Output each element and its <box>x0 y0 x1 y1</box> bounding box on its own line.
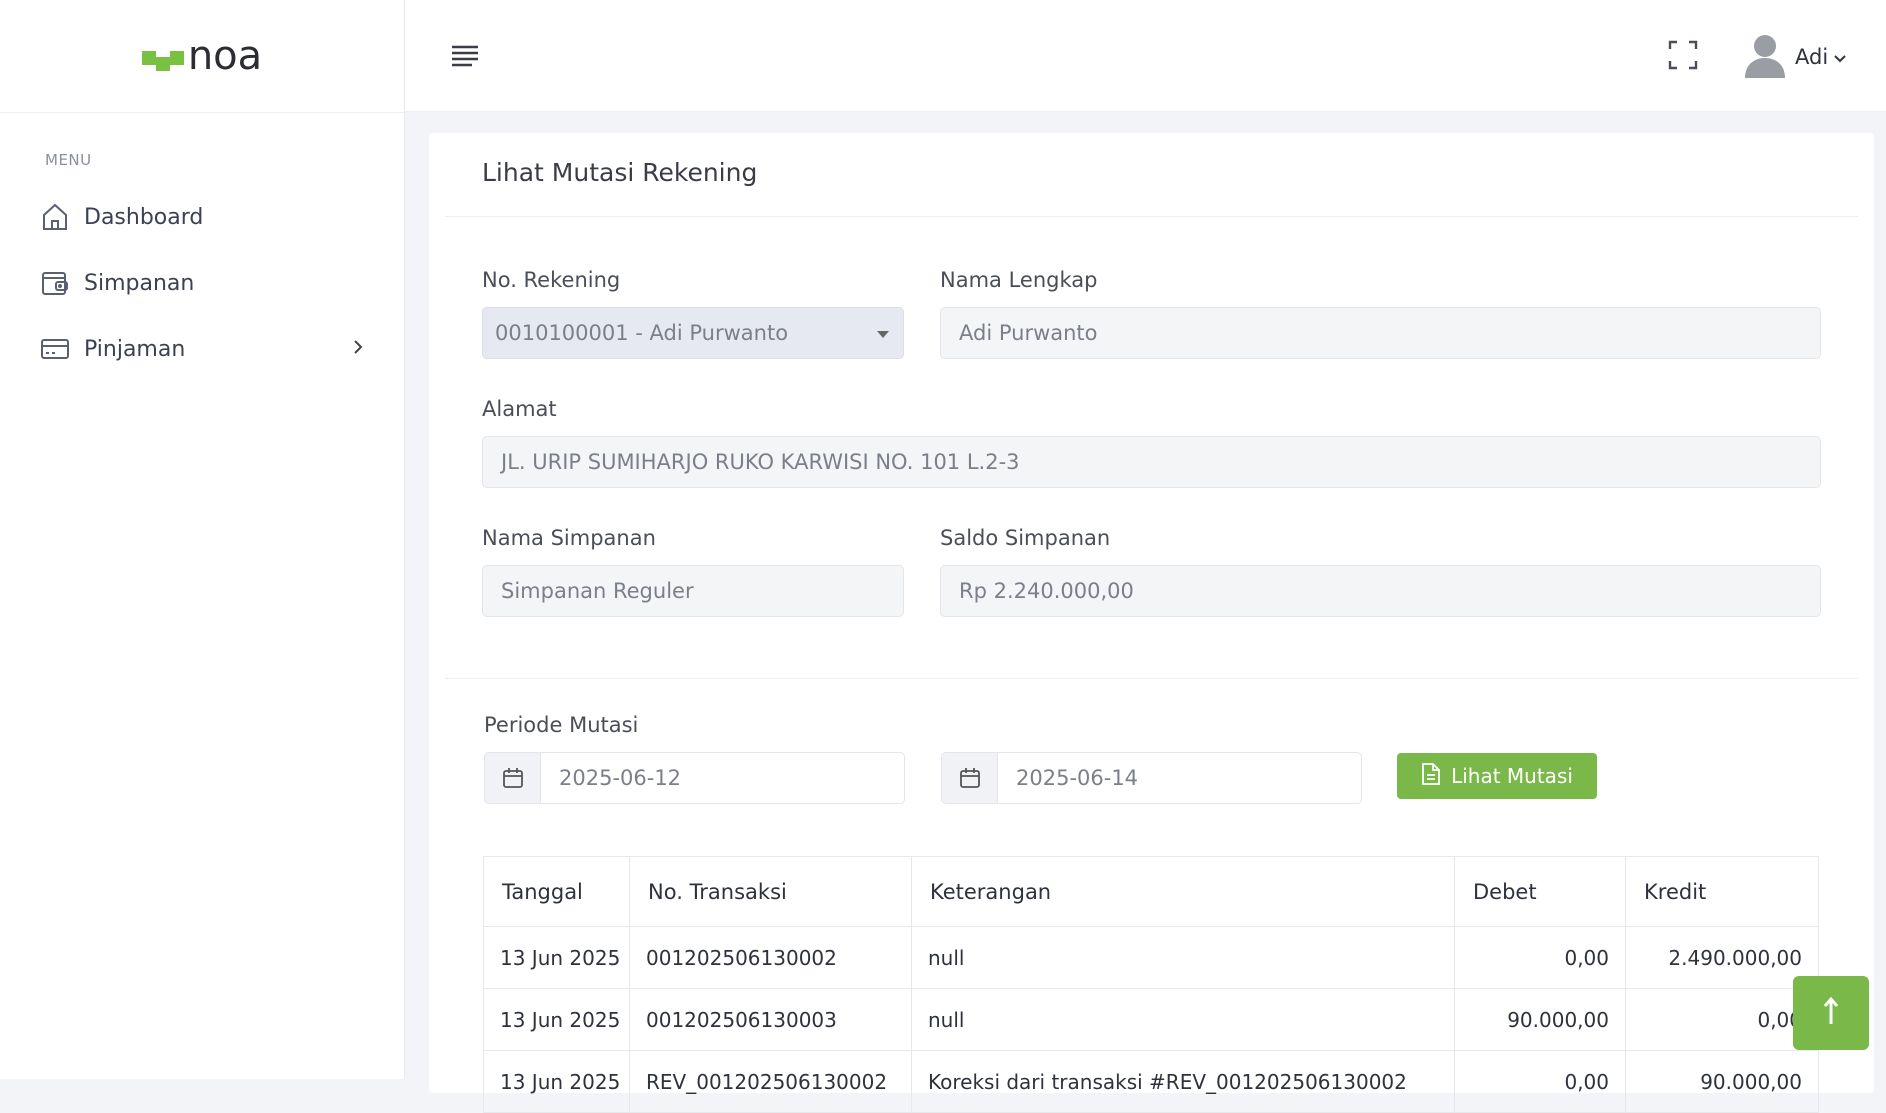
cell-keterangan: null <box>911 926 1455 989</box>
no-rekening-value: 0010100001 - Adi Purwanto <box>495 321 789 345</box>
nama-lengkap-field[interactable]: Adi Purwanto <box>940 307 1821 359</box>
menu-toggle-icon[interactable] <box>450 44 480 72</box>
no-rekening-select[interactable]: 0010100001 - Adi Purwanto <box>482 307 904 359</box>
user-name: Adi <box>1795 45 1829 69</box>
nama-lengkap-value: Adi Purwanto <box>959 321 1098 345</box>
calendar-icon <box>485 753 541 803</box>
calendar-icon <box>942 753 998 803</box>
alamat-field[interactable]: JL. URIP SUMIHARJO RUKO KARWISI NO. 101 … <box>482 436 1821 488</box>
table-row: 13 Jun 2025 REV_001202506130002 Koreksi … <box>483 1050 1819 1113</box>
lihat-mutasi-button[interactable]: Lihat Mutasi <box>1397 753 1597 799</box>
sidebar-item-dashboard[interactable]: Dashboard <box>0 195 404 239</box>
page-title: Lihat Mutasi Rekening <box>482 158 758 187</box>
nama-simpanan-value: Simpanan Reguler <box>501 579 694 603</box>
column-header[interactable]: Kredit <box>1625 856 1819 927</box>
menu-heading: MENU <box>45 151 92 169</box>
avatar <box>1743 32 1787 82</box>
fullscreen-icon[interactable] <box>1668 40 1698 74</box>
nama-simpanan-label: Nama Simpanan <box>482 526 656 550</box>
caret-down-icon <box>877 331 889 338</box>
cell-debet: 90.000,00 <box>1454 988 1626 1051</box>
periode-mutasi-label: Periode Mutasi <box>484 713 639 737</box>
table-row: 13 Jun 2025 001202506130002 null 0,00 2.… <box>483 926 1819 989</box>
arrow-up-icon <box>1822 996 1840 1030</box>
chevron-right-icon <box>352 337 364 363</box>
alamat-label: Alamat <box>482 397 557 421</box>
sidebar-item-simpanan[interactable]: Simpanan <box>0 261 404 305</box>
end-date-value: 2025-06-14 <box>1016 766 1139 790</box>
column-header[interactable]: Debet <box>1454 856 1626 927</box>
mutasi-table: Tanggal No. Transaksi Keterangan Debet K… <box>483 856 1819 1113</box>
logo[interactable]: noa <box>0 0 404 113</box>
nama-lengkap-label: Nama Lengkap <box>940 268 1098 292</box>
table-row: 13 Jun 2025 001202506130003 null 90.000,… <box>483 988 1819 1051</box>
cell-tanggal: 13 Jun 2025 <box>483 988 630 1051</box>
topbar: Adi <box>405 0 1886 112</box>
nama-simpanan-field[interactable]: Simpanan Reguler <box>482 565 904 617</box>
column-header[interactable]: Keterangan <box>911 856 1455 927</box>
no-rekening-label: No. Rekening <box>482 268 621 292</box>
sidebar: noa MENU Dashboard Simpanan Pinjaman <box>0 0 405 1079</box>
saldo-simpanan-field[interactable]: Rp 2.240.000,00 <box>940 565 1821 617</box>
sidebar-item-label: Simpanan <box>84 270 195 296</box>
sidebar-item-label: Pinjaman <box>84 336 186 362</box>
document-icon <box>1421 762 1441 791</box>
user-menu[interactable]: Adi <box>1743 32 1847 82</box>
cell-no-transaksi: 001202506130003 <box>629 988 912 1051</box>
lihat-mutasi-label: Lihat Mutasi <box>1451 764 1573 788</box>
cell-tanggal: 13 Jun 2025 <box>483 926 630 989</box>
cell-kredit: 0,00 <box>1625 988 1819 1051</box>
saldo-simpanan-label: Saldo Simpanan <box>940 526 1111 550</box>
sidebar-item-label: Dashboard <box>84 204 204 230</box>
alamat-value: JL. URIP SUMIHARJO RUKO KARWISI NO. 101 … <box>501 450 1020 474</box>
main-card: Lihat Mutasi Rekening No. Rekening 00101… <box>429 133 1874 1113</box>
cell-no-transaksi: 001202506130002 <box>629 926 912 989</box>
start-date-input[interactable]: 2025-06-12 <box>484 752 905 804</box>
start-date-value: 2025-06-12 <box>559 766 682 790</box>
chevron-down-icon <box>1833 49 1847 68</box>
column-header[interactable]: Tanggal <box>483 856 630 927</box>
saldo-simpanan-value: Rp 2.240.000,00 <box>959 579 1134 603</box>
cell-kredit: 90.000,00 <box>1625 1050 1819 1113</box>
table-header-row: Tanggal No. Transaksi Keterangan Debet K… <box>483 856 1819 927</box>
cell-debet: 0,00 <box>1454 926 1626 989</box>
logo-mark-icon <box>141 41 184 71</box>
end-date-input[interactable]: 2025-06-14 <box>941 752 1362 804</box>
cell-kredit: 2.490.000,00 <box>1625 926 1819 989</box>
cell-no-transaksi: REV_001202506130002 <box>629 1050 912 1113</box>
credit-card-icon <box>40 334 70 364</box>
cell-tanggal: 13 Jun 2025 <box>483 1050 630 1113</box>
logo-text: noa <box>187 33 263 79</box>
home-icon <box>40 202 70 232</box>
cell-debet: 0,00 <box>1454 1050 1626 1113</box>
divider <box>445 216 1858 217</box>
sidebar-item-pinjaman[interactable]: Pinjaman <box>0 327 404 371</box>
cell-keterangan: null <box>911 988 1455 1051</box>
column-header[interactable]: No. Transaksi <box>629 856 912 927</box>
divider <box>445 678 1858 679</box>
back-to-top-button[interactable] <box>1793 976 1869 1050</box>
cell-keterangan: Koreksi dari transaksi #REV_001202506130… <box>911 1050 1455 1113</box>
wallet-icon <box>40 268 70 298</box>
